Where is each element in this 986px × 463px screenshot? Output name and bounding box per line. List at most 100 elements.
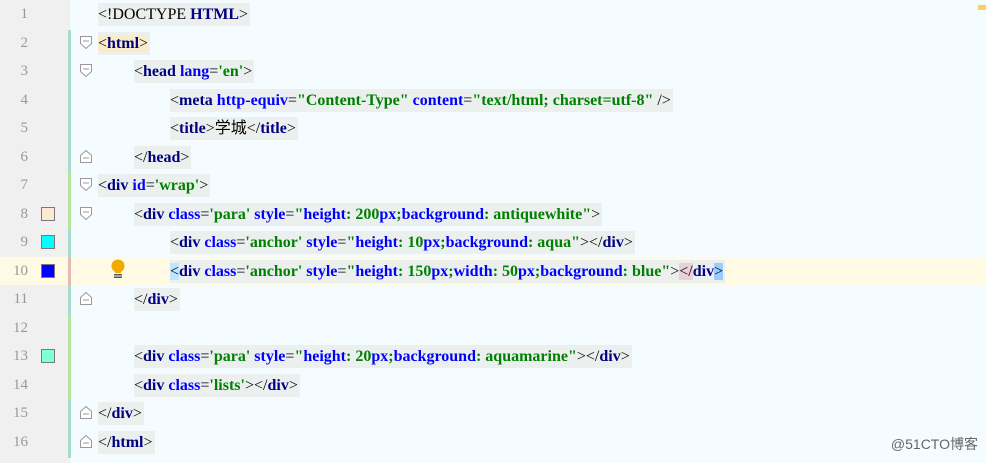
code-token: </ [134, 291, 148, 308]
code-text[interactable]: <head lang='en'> [134, 60, 255, 83]
code-token: meta [179, 91, 217, 109]
code-text[interactable]: <div class='anchor' style="height: 10px;… [170, 231, 635, 254]
line-number: 3 [20, 63, 29, 79]
fold-end-icon[interactable] [80, 406, 92, 419]
code-token: < [134, 376, 144, 394]
code-text[interactable]: </html> [98, 430, 155, 454]
fold-end-icon[interactable] [80, 149, 92, 163]
code-token: div [143, 205, 169, 223]
code-text[interactable]: <div class='para' style="height: 200px;b… [134, 202, 603, 226]
vcs-change-marker[interactable] [68, 172, 71, 229]
lightbulb-icon[interactable] [109, 258, 127, 280]
code-line[interactable]: 2 <html> [0, 29, 986, 58]
color-swatch-icon[interactable] [41, 349, 55, 363]
code-text[interactable]: <div id='wrap'> [98, 174, 211, 197]
code-token: background [401, 205, 484, 223]
code-token: height [303, 205, 346, 223]
code-token: < [134, 348, 144, 365]
code-text[interactable]: <div class='anchor' style="height: 150px… [170, 259, 726, 283]
code-line[interactable]: 14 <div class='lists'></div> [0, 371, 986, 400]
code-token: /> [657, 91, 671, 109]
code-line[interactable]: 12 [0, 314, 986, 343]
code-text[interactable]: <title>学城</title> [170, 117, 298, 140]
code-text[interactable]: <html> [98, 31, 151, 55]
code-token: > [239, 6, 249, 23]
code-token: < [170, 262, 180, 280]
code-line[interactable]: 3 <head lang='en'> [0, 57, 986, 86]
code-token: < [134, 63, 144, 80]
code-line[interactable]: 6 </head> [0, 143, 986, 172]
code-token: : aqua" [527, 234, 580, 251]
code-token: style [306, 234, 338, 251]
error-stripe-marker[interactable] [978, 5, 986, 10]
line-number: 6 [20, 148, 29, 165]
code-token: < [98, 177, 108, 194]
code-token: > [132, 405, 142, 422]
fold-end-icon[interactable] [80, 434, 92, 448]
code-token: > [205, 120, 215, 137]
color-swatch-icon[interactable] [41, 206, 55, 221]
fold-collapse-icon[interactable] [80, 206, 92, 220]
code-line[interactable]: 5 <title>学城</title> [0, 114, 986, 143]
code-token: div [179, 234, 205, 251]
code-text[interactable]: </div> [134, 288, 180, 311]
code-token: < [170, 91, 180, 109]
code-token: < [170, 120, 180, 137]
code-token: style [254, 348, 286, 365]
code-token: px [423, 234, 441, 251]
code-text[interactable]: <div class='para' style="height: 20px;ba… [134, 345, 632, 368]
color-swatch-icon[interactable] [41, 263, 55, 278]
code-token: px [431, 262, 449, 280]
code-text[interactable]: <!DOCTYPE HTML> [98, 3, 251, 26]
code-token: ></ [244, 376, 268, 394]
code-token: > [623, 234, 633, 251]
code-token: height [355, 262, 398, 280]
code-token: px [518, 262, 535, 280]
vcs-change-marker[interactable] [68, 315, 71, 400]
code-line[interactable]: 7 <div id='wrap'> [0, 171, 986, 200]
code-token: class [204, 234, 237, 251]
code-token: 学城 [214, 120, 247, 137]
code-text[interactable]: <meta http-equiv="Content-Type" content=… [170, 88, 673, 112]
fold-collapse-icon[interactable] [80, 178, 92, 191]
code-line[interactable]: 11 </div> [0, 285, 986, 314]
code-token: < [134, 205, 144, 223]
color-swatch-icon[interactable] [41, 235, 55, 249]
code-token: > [139, 34, 149, 52]
line-number: 5 [20, 120, 29, 136]
fold-collapse-icon[interactable] [80, 64, 92, 77]
code-line[interactable]: 16 </html> [0, 428, 986, 457]
line-number: 7 [20, 177, 29, 193]
code-token: content [412, 91, 464, 109]
line-number: 15 [13, 405, 28, 421]
code-text[interactable]: </div> [98, 402, 144, 425]
code-token: > [180, 148, 190, 166]
fold-end-icon[interactable] [80, 292, 92, 305]
code-token: div [107, 177, 133, 194]
code-token: title [260, 120, 287, 137]
code-line[interactable]: 10 <div class='anchor' style="height: 150… [0, 256, 986, 285]
vcs-change-marker[interactable] [68, 257, 71, 285]
code-token: > [714, 262, 724, 280]
code-token: </ [679, 262, 693, 280]
code-token: div [147, 291, 169, 308]
code-token: HTML [190, 6, 240, 23]
code-text[interactable]: </head> [134, 145, 192, 169]
code-token: div [111, 405, 133, 422]
code-token: 'anchor' [245, 234, 307, 251]
code-line[interactable]: 1 <!DOCTYPE HTML> [0, 0, 986, 29]
code-token: : blue" [622, 262, 671, 280]
code-line[interactable]: 9 <div class='anchor' style="height: 10px… [0, 228, 986, 257]
code-token: div [179, 262, 205, 280]
code-token: 'para' [209, 205, 255, 223]
code-line[interactable]: 8 <div class='para' style="height: 200px;… [0, 200, 986, 229]
code-text[interactable]: <div class='lists'></div> [134, 373, 300, 397]
code-line[interactable]: 4 <meta http-equiv="Content-Type" content… [0, 86, 986, 115]
fold-collapse-icon[interactable] [80, 35, 92, 49]
code-line[interactable]: 13 <div class='para' style="height: 20px;… [0, 342, 986, 371]
code-token: class [204, 262, 237, 280]
code-token: background [445, 234, 528, 251]
code-line[interactable]: 15 </div> [0, 399, 986, 428]
line-number: 13 [13, 348, 28, 364]
code-token: head [143, 63, 180, 80]
